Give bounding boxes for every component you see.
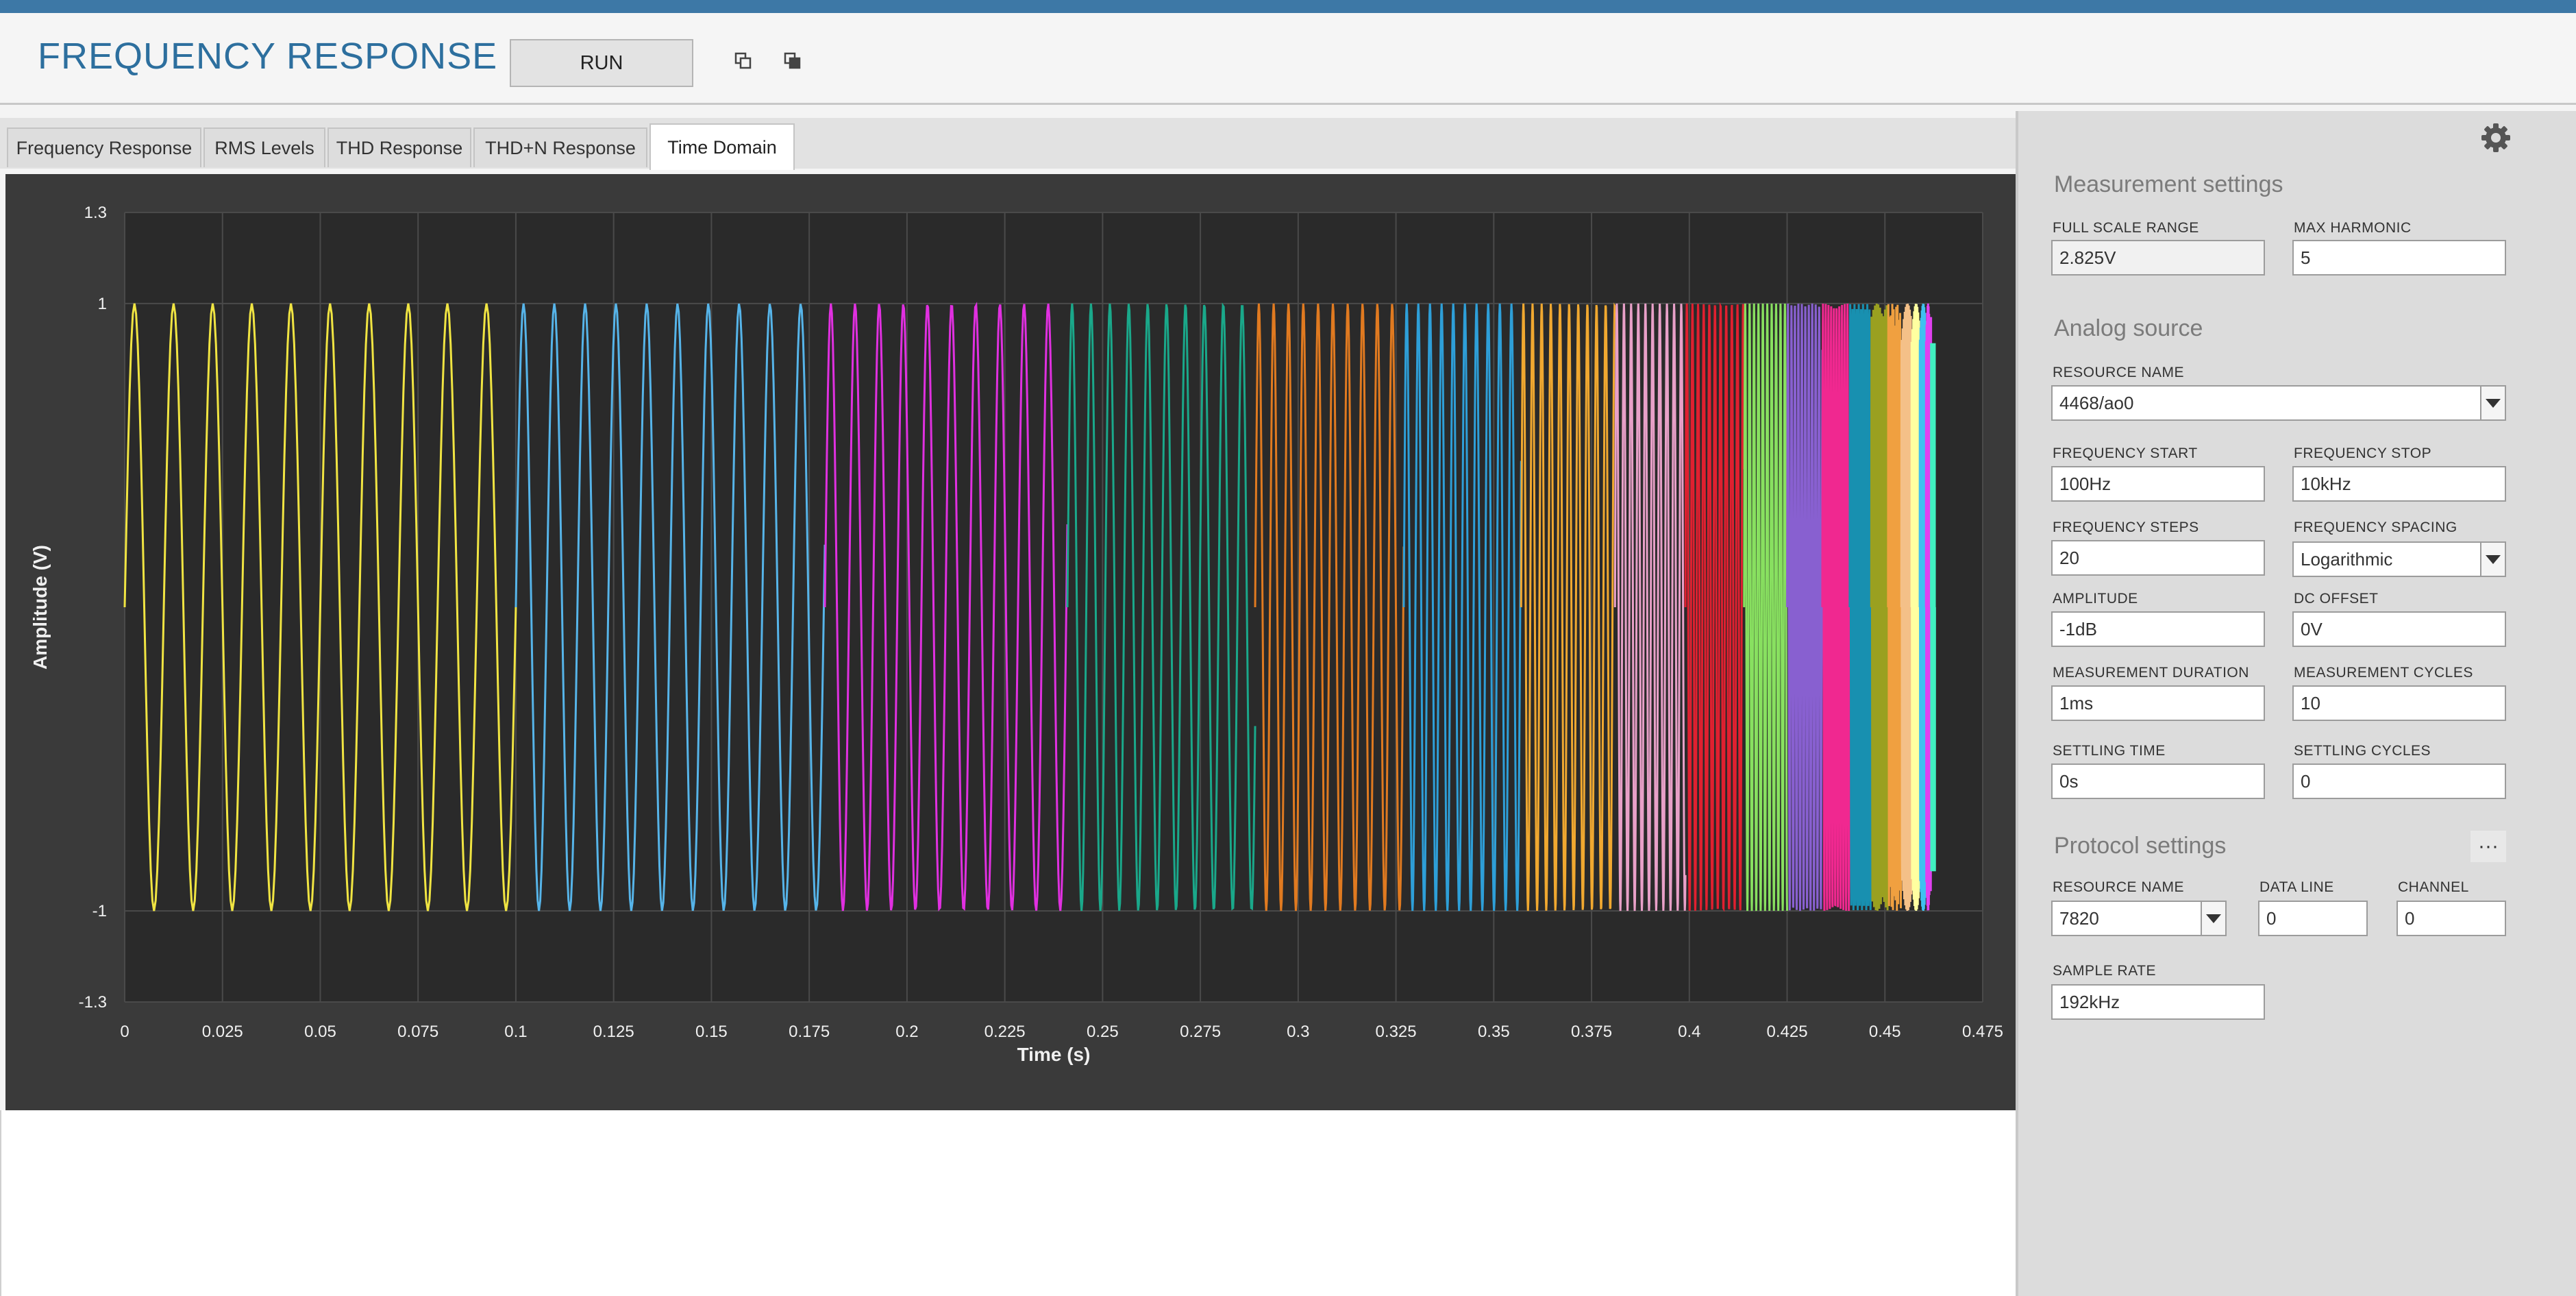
series-line-16 — [1910, 304, 1921, 912]
settling-time-field[interactable] — [2051, 763, 2265, 799]
y-tick-label: 1.3 — [84, 204, 107, 222]
frequency-spacing-select[interactable]: Logarithmic — [2292, 541, 2481, 577]
measurement-cycles-label: MEASUREMENT CYCLES — [2294, 665, 2473, 681]
tab-strip: Frequency Response RMS Levels THD Respon… — [0, 118, 2016, 170]
tab-frequency-response[interactable]: Frequency Response — [7, 127, 201, 167]
amplitude-field[interactable] — [2051, 611, 2265, 647]
x-tick-label: 0.125 — [593, 1023, 634, 1041]
x-tick-label: 0.35 — [1478, 1023, 1510, 1041]
chevron-down-icon — [2486, 554, 2501, 564]
frequency-steps-field[interactable] — [2051, 540, 2265, 576]
window-top-bar — [0, 0, 2576, 13]
x-tick-label: 0.325 — [1376, 1023, 1417, 1041]
dc-offset-field[interactable] — [2292, 611, 2506, 647]
frequency-steps-label: FREQUENCY STEPS — [2053, 519, 2199, 535]
series-line-11 — [1821, 303, 1851, 912]
max-harmonic-field[interactable] — [2292, 240, 2506, 276]
tab-thd-response[interactable]: THD Response — [327, 127, 471, 167]
y-tick-label: -1 — [92, 902, 107, 920]
sample-rate-label: SAMPLE RATE — [2053, 963, 2156, 979]
settling-time-label: SETTLING TIME — [2053, 743, 2166, 759]
measurement-cycles-field[interactable] — [2292, 685, 2506, 721]
x-tick-label: 0.25 — [1087, 1023, 1119, 1041]
data-line-field[interactable] — [2258, 901, 2368, 936]
series-line-15 — [1900, 304, 1913, 912]
series-line-19 — [1930, 343, 1936, 872]
frequency-start-label: FREQUENCY START — [2053, 445, 2198, 461]
x-tick-label: 0.075 — [397, 1023, 438, 1041]
app-header: FREQUENCY RESPONSE RUN — [0, 13, 2576, 105]
x-tick-label: 0.375 — [1571, 1023, 1612, 1041]
amplitude-label: AMPLITUDE — [2053, 591, 2138, 607]
analog-resource-dropdown-button[interactable] — [2480, 385, 2506, 421]
analog-resource-name-select[interactable]: 4468/ao0 — [2051, 385, 2481, 421]
more-options-button[interactable]: ··· — [2470, 831, 2506, 862]
x-tick-label: 0.4 — [1678, 1023, 1700, 1041]
empty-content-area — [0, 1110, 2016, 1296]
protocol-settings-heading: Protocol settings — [2054, 833, 2227, 859]
x-tick-label: 0.2 — [895, 1023, 918, 1041]
restore-window-icon[interactable] — [733, 51, 754, 71]
stack-window-icon[interactable] — [782, 51, 803, 71]
protocol-resource-name-select[interactable]: 7820 — [2051, 901, 2202, 936]
y-axis-label: Amplitude (V) — [29, 545, 51, 670]
protocol-resource-name-label: RESOURCE NAME — [2053, 879, 2185, 895]
full-scale-range-label: FULL SCALE RANGE — [2053, 220, 2199, 236]
data-line-label: DATA LINE — [2259, 879, 2334, 895]
frequency-start-field[interactable] — [2051, 466, 2265, 502]
frequency-spacing-label: FREQUENCY SPACING — [2294, 519, 2457, 535]
tab-rms-levels[interactable]: RMS Levels — [203, 127, 325, 167]
x-tick-label: 0.025 — [202, 1023, 243, 1041]
measurement-duration-field[interactable] — [2051, 685, 2265, 721]
dc-offset-label: DC OFFSET — [2294, 591, 2379, 607]
chart-canvas: 0 0.025 0.05 0.075 0.1 0.125 0.15 0.175 0.2 0.225… — [29, 204, 2003, 1065]
x-tick-label: 0.05 — [304, 1023, 336, 1041]
analog-resource-name-label: RESOURCE NAME — [2053, 365, 2185, 380]
x-tick-label: 0.275 — [1180, 1023, 1221, 1041]
frequency-spacing-dropdown-button[interactable] — [2480, 541, 2506, 577]
chevron-down-icon — [2486, 398, 2501, 408]
channel-field[interactable] — [2397, 901, 2506, 936]
x-tick-label: 0.1 — [504, 1023, 527, 1041]
y-tick-label: -1.3 — [79, 993, 107, 1012]
full-scale-range-field[interactable] — [2051, 240, 2265, 276]
analog-source-heading: Analog source — [2054, 315, 2203, 341]
app-title: FREQUENCY RESPONSE — [38, 36, 498, 77]
max-harmonic-label: MAX HARMONIC — [2294, 220, 2412, 236]
x-tick-label: 0.15 — [695, 1023, 728, 1041]
x-tick-label: 0.175 — [789, 1023, 830, 1041]
series-line-12 — [1848, 304, 1872, 911]
frequency-stop-field[interactable] — [2292, 466, 2506, 502]
tab-time-domain[interactable]: Time Domain — [649, 123, 795, 170]
run-button[interactable]: RUN — [510, 39, 693, 87]
tab-thd-n-response[interactable]: THD+N Response — [473, 127, 647, 167]
x-tick-label: 0.225 — [984, 1023, 1026, 1041]
series-line-10 — [1786, 303, 1824, 912]
protocol-resource-dropdown-button[interactable] — [2201, 901, 2227, 936]
x-tick-label: 0.3 — [1287, 1023, 1309, 1041]
series-line-14 — [1887, 304, 1903, 911]
frequency-stop-label: FREQUENCY STOP — [2294, 445, 2432, 461]
time-domain-chart: 0 0.025 0.05 0.075 0.1 0.125 0.15 0.175 0.2 0.225… — [5, 174, 2016, 1110]
series-line-13 — [1870, 304, 1890, 911]
settling-cycles-field[interactable] — [2292, 763, 2506, 799]
x-tick-label: 0 — [120, 1023, 129, 1041]
measurement-duration-label: MEASUREMENT DURATION — [2053, 665, 2249, 681]
channel-label: CHANNEL — [2398, 879, 2469, 895]
x-tick-label: 0.45 — [1869, 1023, 1901, 1041]
chevron-down-icon — [2206, 914, 2221, 923]
x-axis-label: Time (s) — [1017, 1044, 1091, 1065]
sample-rate-field[interactable] — [2051, 984, 2265, 1020]
x-tick-label: 0.475 — [1962, 1023, 2003, 1041]
y-tick-label: 1 — [98, 295, 107, 313]
gear-icon[interactable] — [2480, 122, 2512, 154]
x-tick-label: 0.425 — [1766, 1023, 1807, 1041]
settling-cycles-label: SETTLING CYCLES — [2294, 743, 2431, 759]
measurement-settings-heading: Measurement settings — [2054, 171, 2283, 197]
